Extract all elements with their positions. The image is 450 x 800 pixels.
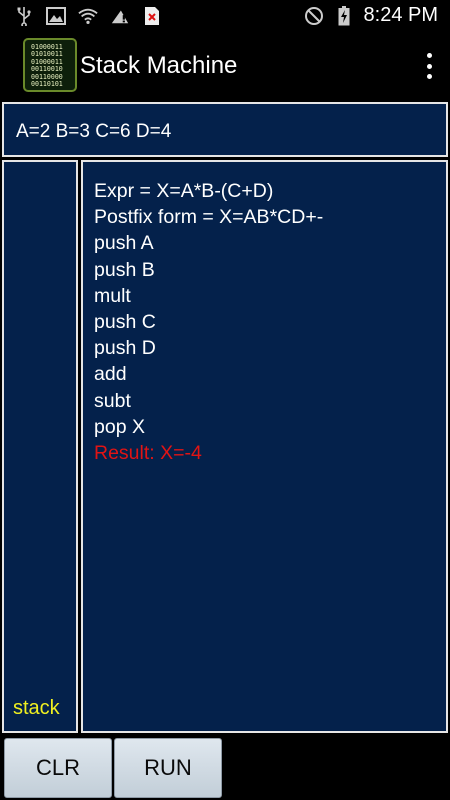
app-title: Stack Machine bbox=[80, 52, 238, 79]
status-bar-system: 8:24 PM bbox=[304, 4, 438, 27]
do-not-disturb-icon bbox=[304, 6, 324, 26]
output-line: subt bbox=[94, 389, 131, 412]
sim-error-icon bbox=[142, 6, 162, 26]
battery-charging-icon bbox=[334, 5, 354, 26]
run-button[interactable]: RUN bbox=[114, 738, 222, 798]
status-time: 8:24 PM bbox=[363, 4, 438, 26]
result-line: Result: X=-4 bbox=[94, 442, 202, 465]
status-bar-notifications bbox=[14, 6, 162, 26]
signal-alert-icon bbox=[110, 6, 130, 26]
output-line: push B bbox=[94, 258, 155, 281]
clear-button[interactable]: CLR bbox=[4, 738, 112, 798]
status-bar: 8:24 PM bbox=[0, 0, 450, 33]
overflow-dot bbox=[426, 63, 432, 69]
app-bar: 01000011 01010011 01000011 00110010 0011… bbox=[0, 33, 450, 99]
app-logo-icon: 01000011 01010011 01000011 00110010 0011… bbox=[23, 38, 77, 92]
output-line: Postfix form = X=AB*CD+- bbox=[94, 206, 324, 229]
usb-icon bbox=[14, 6, 34, 26]
output-line: Expr = X=A*B-(C+D) bbox=[94, 180, 274, 202]
stack-label: stack bbox=[13, 697, 60, 719]
image-icon bbox=[46, 6, 66, 26]
overflow-dot bbox=[426, 53, 432, 58]
overflow-dot bbox=[426, 74, 432, 79]
output-panel: Expr = X=A*B-(C+D) Postfix form = X=AB*C… bbox=[81, 160, 448, 733]
output-line: push A bbox=[94, 232, 154, 255]
stack-panel: stack bbox=[2, 160, 78, 733]
output-line: add bbox=[94, 363, 127, 386]
output-line: pop X bbox=[94, 415, 145, 438]
overflow-menu-icon[interactable] bbox=[424, 53, 434, 79]
variables-panel: A=2 B=3 C=6 D=4 bbox=[2, 102, 448, 157]
output-line: push C bbox=[94, 311, 156, 334]
wifi-icon bbox=[78, 6, 98, 26]
output-line: push D bbox=[94, 337, 156, 360]
output-line: mult bbox=[94, 284, 131, 307]
logo-line: 00110101 bbox=[31, 80, 63, 89]
output-lines: Expr = X=A*B-(C+D) Postfix form = X=AB*C… bbox=[94, 178, 323, 466]
variables-text: A=2 B=3 C=6 D=4 bbox=[16, 121, 172, 142]
